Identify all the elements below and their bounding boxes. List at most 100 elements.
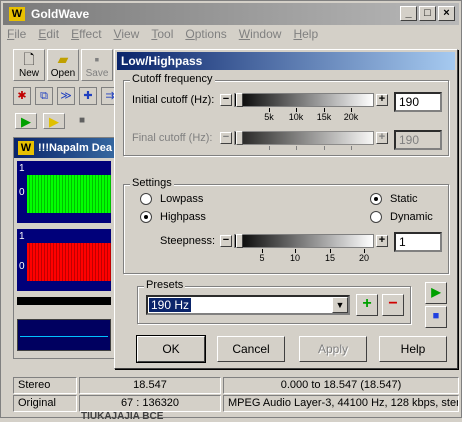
right-channel-track[interactable]: 1 0 — [17, 229, 111, 291]
play-selection-icon[interactable]: ▶ — [43, 113, 65, 129]
dialog-title: Low/Highpass — [121, 54, 203, 68]
menu-edit[interactable]: Edit — [38, 27, 59, 45]
menu-options[interactable]: Options — [185, 27, 226, 45]
steepness-decrease-button[interactable]: − — [220, 235, 232, 247]
time-ruler — [17, 297, 111, 305]
presets-group: Presets 190 Hz ▼ + − — [137, 279, 411, 324]
status-channels: Stereo — [13, 377, 77, 394]
help-button[interactable]: Help — [379, 336, 447, 362]
final-cutoff-thumb[interactable] — [236, 131, 243, 145]
menu-window[interactable]: Window — [239, 27, 282, 45]
dynamic-radio[interactable] — [370, 211, 382, 223]
status-format: MPEG Audio Layer-3, 44100 Hz, 128 kbps, … — [223, 395, 459, 412]
goldwave-logo-icon: W — [9, 7, 25, 21]
open-folder-icon: ▰ — [57, 51, 69, 67]
steepness-tick-label: 15 — [324, 253, 335, 263]
initial-cutoff-slider[interactable] — [234, 93, 374, 107]
presets-selected-value: 190 Hz — [149, 298, 192, 312]
lowpass-radio[interactable] — [140, 193, 152, 205]
status-selection: 0.000 to 18.547 (18.547) — [223, 377, 459, 394]
right-waveform — [27, 243, 111, 281]
menu-help[interactable]: Help — [293, 27, 318, 45]
document-titlebar: W !!!Napalm Dea — [14, 138, 124, 158]
highpass-radio[interactable] — [140, 211, 152, 223]
settings-group-label: Settings — [130, 177, 174, 189]
left-channel-track[interactable]: 1 0 — [17, 161, 111, 223]
steepness-slider[interactable] — [234, 234, 374, 248]
cutoff-tick-label: 20k — [343, 112, 359, 122]
status-mode: Original — [13, 395, 77, 412]
document-title: !!!Napalm Dea — [38, 142, 112, 154]
track-label: 1 — [19, 163, 25, 174]
steepness-increase-button[interactable]: + — [376, 235, 388, 247]
new-button[interactable]: 🗋 New — [13, 49, 45, 81]
steepness-tick-label: 5 — [259, 253, 265, 263]
save-button[interactable]: ▪ Save — [81, 49, 113, 81]
status-length: 18.547 — [79, 377, 221, 394]
dialog-titlebar[interactable]: Low/Highpass — [117, 52, 455, 70]
static-label[interactable]: Static — [390, 193, 418, 205]
track-label: 1 — [19, 231, 25, 242]
left-waveform — [27, 175, 111, 213]
lowhighpass-dialog: Low/Highpass Cutoff frequency Initial cu… — [114, 49, 458, 369]
final-cutoff-input[interactable]: 190 — [394, 130, 442, 150]
maximize-button[interactable]: □ — [419, 6, 436, 21]
track-label: 0 — [19, 187, 25, 198]
initial-cutoff-increase-button[interactable]: + — [376, 94, 388, 106]
save-icon: ▪ — [94, 51, 100, 67]
track-label: 0 — [19, 261, 25, 272]
menu-tool[interactable]: Tool — [151, 27, 173, 45]
presets-dropdown[interactable]: 190 Hz ▼ — [146, 295, 350, 315]
goldwave-logo-icon: W — [18, 141, 34, 155]
menu-view[interactable]: View — [114, 27, 140, 45]
effect-tool-icon[interactable]: ✚ — [79, 87, 97, 105]
settings-group: Settings Lowpass Highpass Static Dynamic… — [123, 177, 449, 274]
steepness-input[interactable]: 1 — [394, 232, 442, 252]
final-cutoff-decrease-button[interactable]: − — [220, 132, 232, 144]
final-cutoff-slider[interactable] — [234, 131, 374, 145]
new-file-icon: 🗋 — [23, 51, 35, 67]
main-toolbar: 🗋 New ▰ Open ▪ Save — [13, 49, 115, 81]
steepness-label: Steepness: — [160, 235, 216, 247]
cutoff-tick-label: 10k — [288, 112, 304, 122]
steepness-thumb[interactable] — [236, 234, 243, 248]
chevron-down-icon[interactable]: ▼ — [332, 297, 348, 313]
cutoff-group-label: Cutoff frequency — [130, 73, 215, 85]
initial-cutoff-label: Initial cutoff (Hz): — [132, 94, 215, 106]
remove-preset-button[interactable]: − — [382, 294, 404, 316]
cancel-button[interactable]: Cancel — [217, 336, 285, 362]
close-button[interactable]: × — [438, 6, 455, 21]
final-cutoff-increase-button[interactable]: + — [376, 132, 388, 144]
app-title: GoldWave — [31, 7, 90, 21]
cutoff-tick-label: 5k — [264, 112, 274, 122]
steepness-tick-label: 10 — [289, 253, 300, 263]
play-icon[interactable]: ▶ — [15, 113, 37, 129]
stop-icon[interactable]: ■ — [71, 113, 93, 129]
initial-cutoff-input[interactable]: 190 — [394, 92, 442, 112]
open-button[interactable]: ▰ Open — [47, 49, 79, 81]
apply-button[interactable]: Apply — [299, 336, 367, 362]
highpass-label[interactable]: Highpass — [160, 211, 206, 223]
status-position: 67 : 136320 — [79, 395, 221, 412]
effect-tool-icon[interactable]: ✱ — [13, 87, 31, 105]
static-radio[interactable] — [370, 193, 382, 205]
initial-cutoff-decrease-button[interactable]: − — [220, 94, 232, 106]
minimize-button[interactable]: _ — [400, 6, 417, 21]
preview-stop-button[interactable]: ■ — [425, 306, 447, 328]
lowpass-label[interactable]: Lowpass — [160, 193, 203, 205]
cutoff-tick-label: 15k — [316, 112, 332, 122]
dynamic-label[interactable]: Dynamic — [390, 211, 433, 223]
effect-tool-icon[interactable]: ⧉ — [35, 87, 53, 105]
initial-cutoff-thumb[interactable] — [236, 93, 243, 107]
effect-tool-icon[interactable]: ≫ — [57, 87, 75, 105]
presets-group-label: Presets — [144, 279, 186, 291]
menu-file[interactable]: File — [7, 27, 26, 45]
effects-toolbar: ✱ ⧉ ≫ ✚ ⇉ — [13, 87, 119, 105]
menu-bar: File Edit Effect View Tool Options Windo… — [7, 27, 318, 45]
add-preset-button[interactable]: + — [356, 294, 378, 316]
preview-play-button[interactable]: ▶ — [425, 282, 447, 304]
overview-pane[interactable] — [17, 319, 111, 351]
final-cutoff-label: Final cutoff (Hz): — [132, 132, 213, 144]
menu-effect[interactable]: Effect — [71, 27, 101, 45]
ok-button[interactable]: OK — [136, 335, 206, 363]
